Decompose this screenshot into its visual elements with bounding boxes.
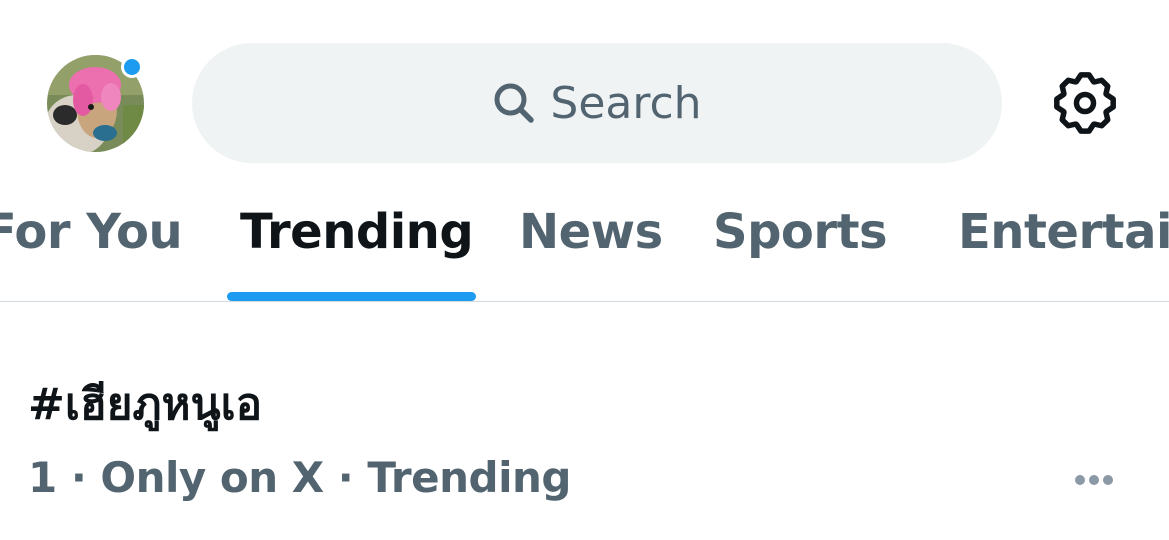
search-icon (492, 81, 536, 125)
tab-sports[interactable]: Sports (713, 204, 888, 260)
search-placeholder: Search (550, 77, 702, 129)
more-button[interactable] (1068, 465, 1120, 495)
tab-trending[interactable]: Trending (240, 204, 474, 260)
trend-meta: 1 · Only on X · Trending (28, 453, 571, 502)
search-bar[interactable]: Search (192, 43, 1002, 163)
gear-icon (1054, 72, 1116, 134)
search-content: Search (492, 77, 702, 129)
explore-tabs: For You Trending News Sports Entertainme… (0, 190, 1169, 302)
active-tab-indicator (227, 292, 476, 301)
tab-for-you[interactable]: For You (0, 204, 183, 260)
explore-page: Search For You Trending News Sports Ente… (0, 0, 1169, 540)
tab-news[interactable]: News (519, 204, 663, 260)
settings-button[interactable] (1052, 70, 1118, 136)
more-horizontal-icon (1075, 475, 1113, 485)
trend-item[interactable]: #เฮียภูหนูเอ 1 · Only on X · Trending (0, 303, 1169, 540)
notification-dot (121, 56, 143, 78)
trend-title: #เฮียภูหนูเอ (28, 379, 263, 430)
tab-entertainment[interactable]: Entertainment (958, 204, 1169, 260)
